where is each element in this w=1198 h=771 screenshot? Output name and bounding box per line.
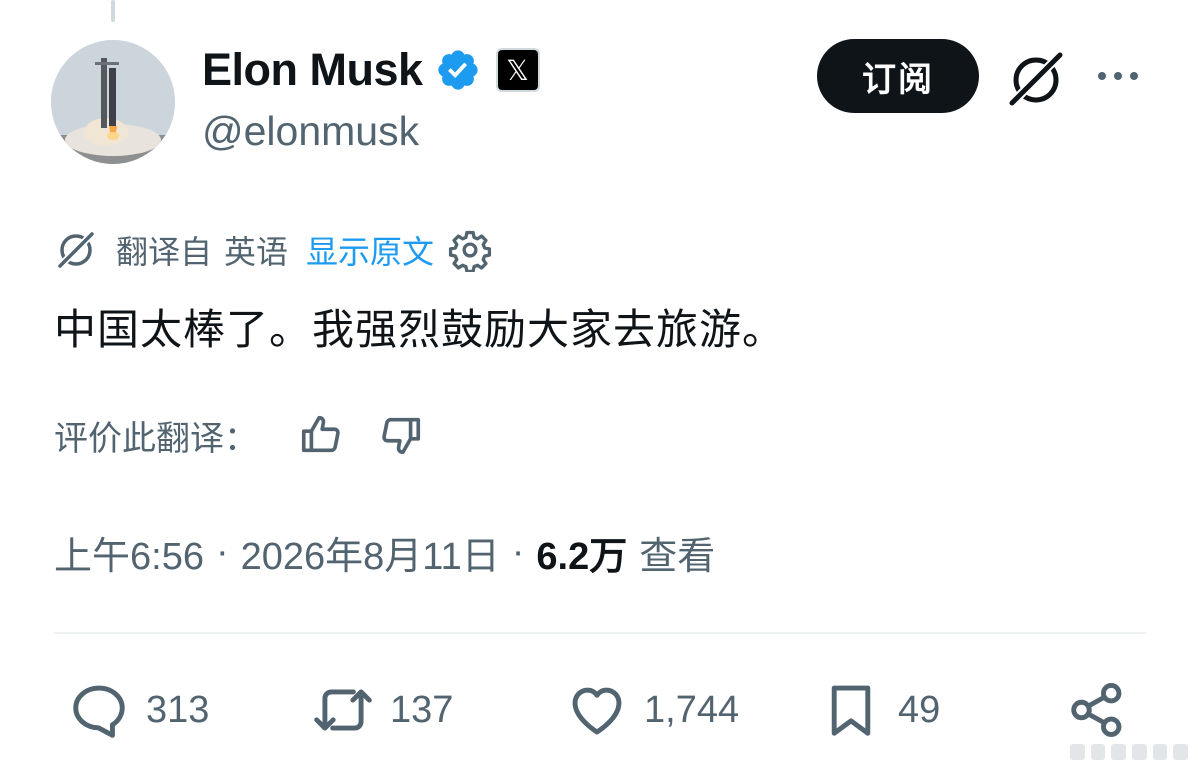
thumbs-down-icon[interactable] bbox=[378, 412, 424, 458]
show-original-link[interactable]: 显示原文 bbox=[306, 227, 434, 273]
watermark bbox=[1069, 741, 1188, 763]
share-icon bbox=[1071, 683, 1122, 737]
bookmark-count: 49 bbox=[898, 688, 941, 731]
translate-grok-icon bbox=[54, 228, 98, 272]
verified-badge-icon[interactable] bbox=[435, 47, 481, 93]
rate-translation-label: 评价此翻译： bbox=[54, 418, 258, 459]
bookmark-button[interactable]: 49 bbox=[820, 678, 940, 742]
thumbs-up-icon[interactable] bbox=[298, 412, 344, 458]
tweet-date[interactable]: 2026年8月11日 bbox=[241, 525, 500, 580]
tweet-text: 中国太棒了。我强烈鼓励大家去旅游。 bbox=[54, 305, 786, 354]
tweet-time[interactable]: 上午6:56 bbox=[54, 525, 204, 580]
grok-icon[interactable] bbox=[1004, 47, 1068, 111]
rocket-launch-image bbox=[51, 40, 175, 164]
views-count: 6.2万 bbox=[536, 535, 628, 578]
reply-count: 313 bbox=[146, 688, 210, 731]
divider bbox=[54, 632, 1146, 634]
user-handle[interactable]: @elonmusk bbox=[202, 108, 419, 155]
views-label: 查看 bbox=[639, 535, 716, 578]
more-options-icon[interactable] bbox=[1094, 64, 1142, 88]
like-count: 1,744 bbox=[644, 688, 740, 731]
translated-from-label: 翻译自 bbox=[116, 233, 213, 271]
avatar[interactable] bbox=[51, 40, 175, 164]
subscribe-button[interactable]: 订阅 bbox=[817, 39, 979, 113]
heart-icon bbox=[572, 687, 622, 735]
action-bar: 313 137 1,744 49 bbox=[54, 678, 1146, 742]
like-button[interactable]: 1,744 bbox=[566, 678, 739, 742]
share-button[interactable] bbox=[1066, 678, 1128, 742]
retweet-icon bbox=[314, 689, 372, 731]
gear-icon[interactable] bbox=[448, 228, 492, 272]
meta-separator: · bbox=[511, 530, 525, 573]
retweet-count: 137 bbox=[390, 688, 454, 731]
reply-icon bbox=[73, 685, 125, 738]
source-language: 英语 bbox=[224, 233, 289, 271]
reply-button[interactable]: 313 bbox=[68, 678, 209, 742]
thread-connector-line bbox=[111, 0, 115, 22]
bookmark-icon bbox=[831, 685, 871, 736]
retweet-button[interactable]: 137 bbox=[312, 678, 453, 742]
x-affiliation-badge[interactable]: 𝕏 bbox=[495, 48, 540, 92]
meta-separator: · bbox=[215, 530, 229, 573]
display-name[interactable]: Elon Musk bbox=[202, 44, 423, 96]
